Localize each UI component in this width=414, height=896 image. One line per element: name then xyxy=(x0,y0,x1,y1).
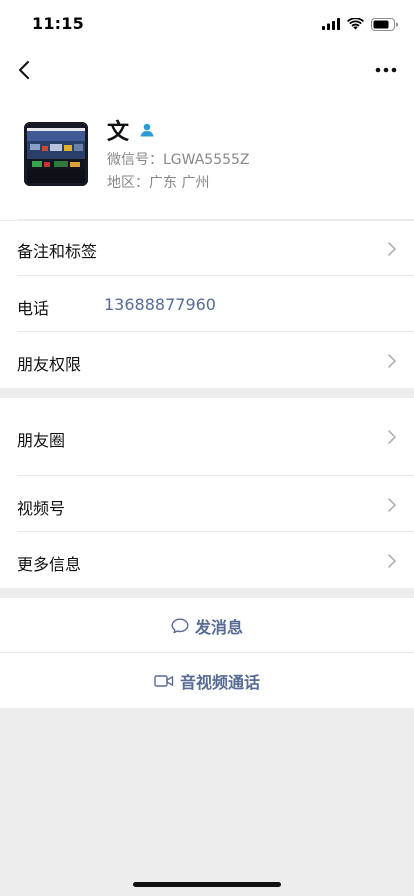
channels-label: 视频号 xyxy=(17,499,66,518)
status-icons xyxy=(322,15,398,33)
chevron-right-icon xyxy=(388,430,396,444)
profile-name-row: 文 xyxy=(107,114,155,146)
avatar-image xyxy=(24,122,88,186)
more-info-row[interactable]: 更多信息 xyxy=(0,532,414,588)
profile-name: 文 xyxy=(107,120,130,145)
status-bar: 11:15 xyxy=(0,0,414,48)
chevron-right-icon xyxy=(388,554,396,568)
battery-icon xyxy=(371,17,398,31)
divider xyxy=(17,219,414,220)
chevron-right-icon xyxy=(388,354,396,368)
chat-bubble-icon xyxy=(171,618,189,633)
send-message-button[interactable]: 发消息 xyxy=(0,598,414,653)
cellular-signal-icon xyxy=(322,18,340,30)
send-message-label: 发消息 xyxy=(194,617,243,637)
back-button[interactable] xyxy=(10,56,38,84)
video-camera-icon xyxy=(154,674,174,687)
remark-tags-row[interactable]: 备注和标签 xyxy=(0,221,414,276)
contact-profile-screen: 11:15 文 微信号：LGWA5555Z 地区：广东 广州 备注和标签 电话 … xyxy=(0,0,414,896)
more-dots-icon xyxy=(375,67,397,73)
phone-row: 电话 13688877960 xyxy=(0,276,414,332)
chevron-right-icon xyxy=(388,498,396,512)
friend-permissions-row[interactable]: 朋友权限 xyxy=(0,332,414,388)
moments-row[interactable]: 朋友圈 xyxy=(0,398,414,476)
friend-permissions-label: 朋友权限 xyxy=(17,355,82,374)
avatar[interactable] xyxy=(24,122,88,186)
wechat-id: 微信号：LGWA5555Z xyxy=(107,152,250,168)
remark-tags-label: 备注和标签 xyxy=(17,242,98,261)
wifi-icon xyxy=(347,18,364,30)
home-indicator xyxy=(133,882,281,887)
phone-label: 电话 xyxy=(17,299,50,318)
channels-row[interactable]: 视频号 xyxy=(0,476,414,532)
profile-header: 文 微信号：LGWA5555Z 地区：广东 广州 xyxy=(0,92,414,220)
moments-label: 朋友圈 xyxy=(17,431,66,450)
more-options-button[interactable] xyxy=(370,56,402,84)
chevron-left-icon xyxy=(19,61,29,79)
chevron-right-icon xyxy=(388,242,396,256)
phone-number-link[interactable]: 13688877960 xyxy=(104,295,216,314)
more-info-label: 更多信息 xyxy=(17,555,82,574)
region: 地区：广东 广州 xyxy=(107,175,210,191)
audio-video-call-button[interactable]: 音视频通话 xyxy=(0,653,414,708)
navigation-bar xyxy=(0,48,414,92)
audio-video-call-label: 音视频通话 xyxy=(179,672,260,692)
person-badge-icon xyxy=(140,123,154,137)
status-time: 11:15 xyxy=(32,14,84,33)
